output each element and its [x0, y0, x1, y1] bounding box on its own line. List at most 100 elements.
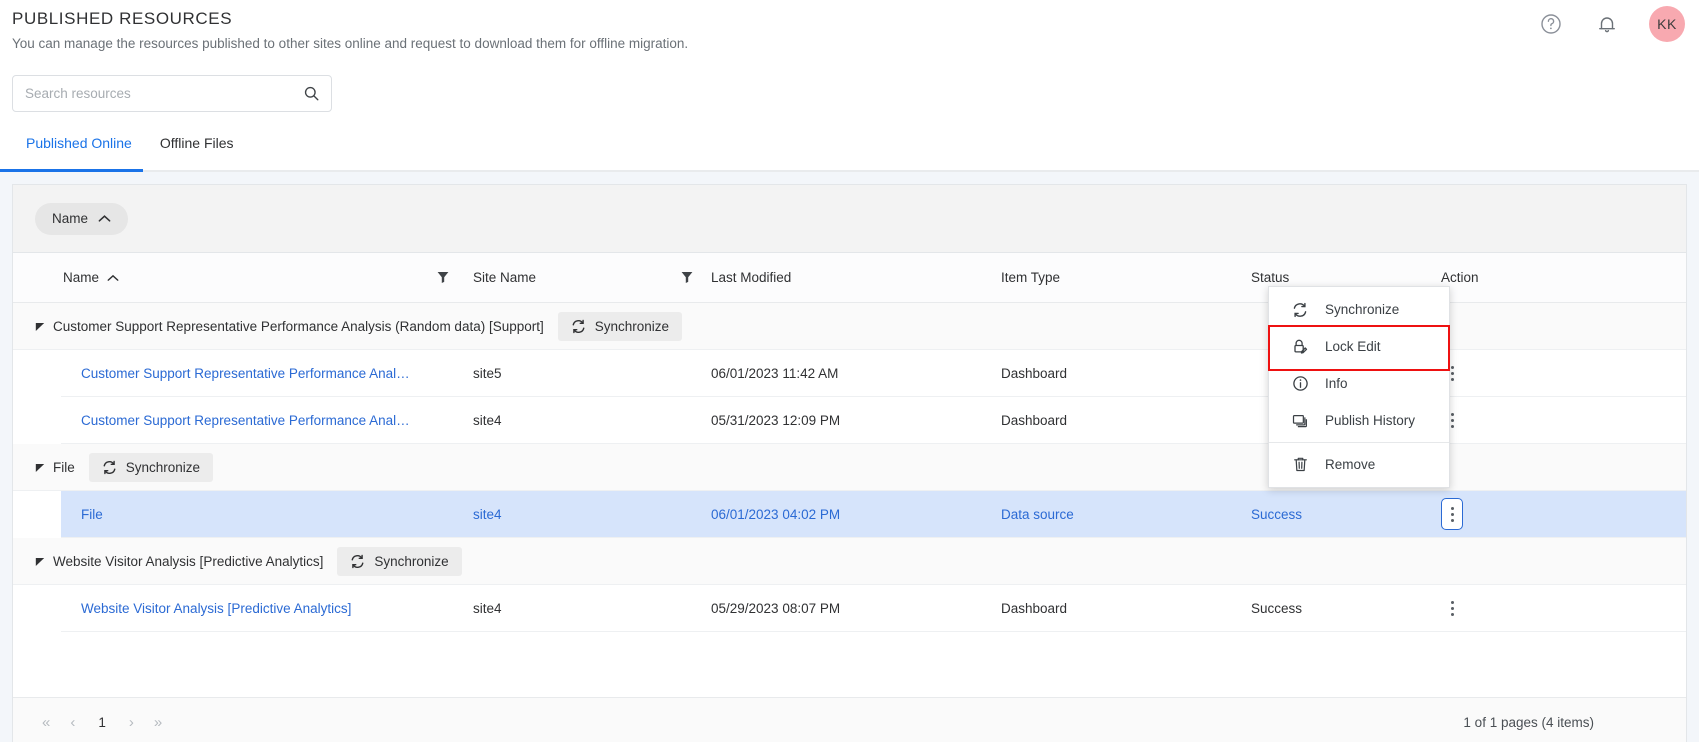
windows-stack-icon: [1291, 413, 1309, 429]
page-subtitle: You can manage the resources published t…: [12, 36, 689, 51]
column-header-status[interactable]: Status: [1251, 270, 1441, 285]
search-icon[interactable]: [303, 85, 320, 102]
filter-icon-name[interactable]: [413, 271, 473, 284]
avatar[interactable]: KK: [1649, 6, 1685, 42]
groupby-bar: Name: [13, 185, 1686, 253]
row-name-cell: File: [61, 507, 413, 522]
row-type-cell: Dashboard: [1001, 365, 1068, 381]
column-header-last-modified[interactable]: Last Modified: [711, 270, 1001, 285]
row-modified-cell: 05/31/2023 12:09 PM: [711, 412, 841, 428]
search-input[interactable]: [12, 75, 332, 112]
pagination-last-button[interactable]: »: [147, 713, 169, 732]
row-name-link[interactable]: Customer Support Representative Performa…: [81, 366, 413, 381]
pagination-next-button[interactable]: ›: [122, 713, 141, 732]
groupby-chip-name[interactable]: Name: [35, 202, 129, 235]
row-site-cell: site4: [473, 412, 502, 428]
tab-published-online[interactable]: Published Online: [12, 134, 146, 163]
menu-item-publish-history[interactable]: Publish History: [1269, 402, 1449, 439]
column-header-site-name[interactable]: Site Name: [473, 270, 663, 285]
row-name-cell: Customer Support Representative Performa…: [61, 366, 413, 381]
column-header-item-type[interactable]: Item Type: [1001, 270, 1251, 285]
group-label: Customer Support Representative Performa…: [53, 318, 544, 334]
row-type-cell: Dashboard: [1001, 412, 1068, 428]
tab-bar: Published Online Offline Files: [0, 134, 1699, 172]
column-header-item-type-label: Item Type: [1001, 270, 1061, 285]
sync-icon: [350, 554, 365, 569]
row-status-cell: Success: [1251, 506, 1303, 522]
menu-item-remove[interactable]: Remove: [1269, 446, 1449, 483]
page-header: PUBLISHED RESOURCES You can manage the r…: [0, 0, 1699, 53]
tab-active-underline: [0, 169, 143, 172]
pagination-prev-button[interactable]: ‹: [63, 713, 82, 732]
sort-ascending-icon: [107, 274, 119, 282]
row-site-cell: site5: [473, 365, 502, 381]
menu-item-lock-edit[interactable]: Lock Edit: [1269, 328, 1449, 365]
group-synchronize-button[interactable]: Synchronize: [557, 311, 683, 341]
bell-icon[interactable]: [1593, 10, 1621, 38]
column-header-site-name-label: Site Name: [473, 270, 537, 285]
row-context-menu: Synchronize Lock Edit Info Publish Histo…: [1268, 286, 1450, 488]
row-modified-cell: 06/01/2023 04:02 PM: [711, 506, 841, 522]
lock-edit-icon: [1291, 338, 1309, 355]
row-name-cell: Website Visitor Analysis [Predictive Ana…: [61, 601, 413, 616]
menu-item-info-label: Info: [1325, 376, 1348, 391]
table-row[interactable]: Website Visitor Analysis [Predictive Ana…: [61, 585, 1686, 632]
group-synchronize-label: Synchronize: [374, 553, 449, 569]
column-header-last-modified-label: Last Modified: [711, 270, 792, 285]
group-synchronize-label: Synchronize: [125, 459, 201, 475]
sync-icon: [1291, 302, 1309, 318]
filter-icon-site-name[interactable]: [663, 271, 711, 284]
column-header-name[interactable]: Name: [13, 270, 413, 285]
column-header-action: Action: [1441, 270, 1561, 285]
header-actions: KK: [1537, 0, 1685, 48]
group-collapse-icon[interactable]: [35, 556, 53, 567]
group-synchronize-label: Synchronize: [594, 318, 670, 334]
row-action-cell: [1441, 358, 1561, 388]
pagination-first-button[interactable]: «: [35, 713, 57, 732]
row-actions-menu-button-active[interactable]: [1441, 498, 1463, 530]
row-modified-cell: 05/29/2023 08:07 PM: [711, 600, 841, 616]
row-name-link[interactable]: File: [81, 507, 413, 522]
tab-offline-files[interactable]: Offline Files: [146, 134, 248, 163]
column-header-action-label: Action: [1441, 270, 1479, 285]
menu-item-info[interactable]: Info: [1269, 365, 1449, 402]
menu-divider: [1269, 442, 1449, 443]
search-box: [12, 75, 332, 112]
menu-item-synchronize-label: Synchronize: [1325, 302, 1400, 317]
sync-icon: [102, 460, 117, 475]
row-name-link[interactable]: Website Visitor Analysis [Predictive Ana…: [81, 601, 413, 616]
pagination-controls: « ‹ 1 › »: [35, 713, 169, 732]
row-modified-cell: 06/01/2023 11:42 AM: [711, 365, 839, 381]
row-actions-menu-button[interactable]: [1441, 593, 1463, 623]
pagination-page-1[interactable]: 1: [88, 713, 116, 732]
help-circle-icon[interactable]: [1537, 10, 1565, 38]
menu-item-remove-label: Remove: [1325, 457, 1376, 472]
row-status-cell: Success: [1251, 600, 1303, 616]
published-resources-page: PUBLISHED RESOURCES You can manage the r…: [0, 0, 1699, 742]
group-label: File: [53, 459, 75, 475]
table-row-selected[interactable]: File site4 06/01/2023 04:02 PM Data sour…: [61, 491, 1686, 538]
row-name-cell: Customer Support Representative Performa…: [61, 413, 413, 428]
menu-item-publish-history-label: Publish History: [1325, 413, 1416, 428]
menu-item-lock-edit-label: Lock Edit: [1325, 339, 1381, 354]
group-collapse-icon[interactable]: [35, 462, 53, 473]
pagination-summary: 1 of 1 pages (4 items): [1463, 715, 1594, 730]
groupby-chip-label: Name: [52, 211, 89, 226]
group-synchronize-button[interactable]: Synchronize: [337, 546, 462, 576]
row-site-cell: site4: [473, 506, 502, 522]
row-action-cell: [1441, 405, 1561, 435]
menu-item-synchronize[interactable]: Synchronize: [1269, 291, 1449, 328]
trash-icon: [1291, 456, 1309, 473]
group-label: Website Visitor Analysis [Predictive Ana…: [53, 553, 324, 569]
group-collapse-icon[interactable]: [35, 321, 53, 332]
tab-underline-track: [0, 170, 1699, 172]
row-type-cell: Dashboard: [1001, 600, 1068, 616]
row-action-cell: [1441, 498, 1561, 530]
column-header-status-label: Status: [1251, 270, 1290, 285]
row-action-cell: [1441, 593, 1561, 623]
group-row: Website Visitor Analysis [Predictive Ana…: [13, 538, 1686, 585]
group-synchronize-button[interactable]: Synchronize: [88, 452, 214, 482]
info-circle-icon: [1291, 375, 1309, 392]
row-name-link[interactable]: Customer Support Representative Performa…: [81, 413, 413, 428]
chevron-up-icon: [98, 214, 111, 223]
